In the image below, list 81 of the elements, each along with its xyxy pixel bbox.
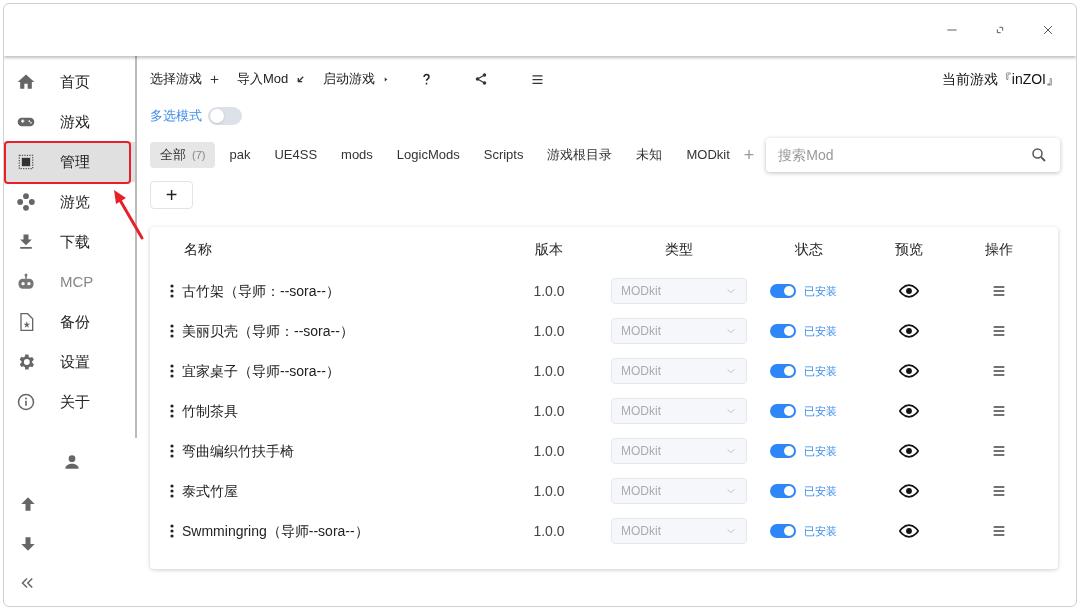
filter-tab[interactable]: Scripts <box>473 142 534 168</box>
share-icon[interactable] <box>474 72 489 86</box>
current-game-label: 当前游戏『inZOI』 <box>941 69 1060 89</box>
status-switch[interactable] <box>770 364 796 378</box>
filter-tab[interactable]: pak <box>219 142 261 168</box>
column-header: 名称 <box>183 240 212 257</box>
filter-tab[interactable]: UE4SS <box>264 142 328 168</box>
status-label: 已安装 <box>804 283 837 299</box>
status-switch[interactable] <box>770 524 796 538</box>
status-label: 已安装 <box>804 363 837 379</box>
mod-name: 美丽贝壳（导师：--sora--） <box>182 321 354 341</box>
multi-select-label: 多选模式 <box>150 107 202 126</box>
home-icon <box>16 72 36 92</box>
version-cell: 1.0.0 <box>533 362 565 379</box>
eye-icon[interactable] <box>899 401 919 421</box>
grid-icon <box>16 152 36 172</box>
sidebar-item[interactable]: 备份 <box>4 302 135 342</box>
drag-handle-icon[interactable] <box>170 323 174 339</box>
version-cell: 1.0.0 <box>533 442 565 459</box>
filter-tab[interactable]: 未知 <box>626 142 673 168</box>
eye-icon[interactable] <box>899 361 919 381</box>
drag-handle-icon[interactable] <box>170 403 174 419</box>
mod-name: 弯曲编织竹扶手椅 <box>182 441 294 461</box>
status-switch[interactable] <box>770 284 796 298</box>
sidebar-item[interactable]: 游戏 <box>4 102 135 142</box>
sidebar-item[interactable]: 设置 <box>4 342 135 382</box>
drag-handle-icon[interactable] <box>170 523 174 539</box>
search-field[interactable]: 搜索Mod <box>766 138 1060 172</box>
mod-name: 宜家桌子（导师--sora--） <box>182 361 340 381</box>
mod-name: Swmmingring（导师--sora--） <box>182 521 369 541</box>
status-switch[interactable] <box>770 484 796 498</box>
mod-name: 古竹架（导师：--sora--） <box>182 281 340 301</box>
mod-name: 泰式竹屋 <box>182 481 238 501</box>
version-cell: 1.0.0 <box>533 482 565 499</box>
version-cell: 1.0.0 <box>533 402 565 419</box>
multi-select-switch[interactable] <box>208 107 242 125</box>
status-label: 已安装 <box>804 523 837 539</box>
sidebar-item[interactable]: 关于 <box>4 382 135 422</box>
status-label: 已安装 <box>804 403 837 419</box>
drag-handle-icon[interactable] <box>170 483 174 499</box>
column-header: 版本 <box>535 240 563 257</box>
drag-handle-icon[interactable] <box>170 283 174 299</box>
drag-handle-icon[interactable] <box>170 443 174 459</box>
status-switch[interactable] <box>770 404 796 418</box>
filter-tab[interactable]: LogicMods <box>386 142 470 168</box>
filter-tab[interactable]: mods <box>331 142 383 168</box>
toolbar-button[interactable]: 导入Mod <box>237 69 308 89</box>
robot-icon <box>16 272 36 292</box>
column-header: 操作 <box>985 240 1013 257</box>
filter-tab[interactable]: 游戏根目录 <box>537 142 623 168</box>
status-label: 已安装 <box>804 323 837 339</box>
eye-icon[interactable] <box>899 521 919 541</box>
eye-icon[interactable] <box>899 441 919 461</box>
eye-icon[interactable] <box>899 481 919 501</box>
search-icon <box>1030 146 1048 164</box>
drag-handle-icon[interactable] <box>170 363 174 379</box>
eye-icon[interactable] <box>899 321 919 341</box>
sidebar-item[interactable]: 下载 <box>4 222 135 262</box>
eye-icon[interactable] <box>899 281 919 301</box>
column-header: 类型 <box>665 240 693 257</box>
info-icon <box>16 392 36 412</box>
version-cell: 1.0.0 <box>533 282 565 299</box>
sidebar-item[interactable]: 首页 <box>4 62 135 102</box>
annotation-arrow <box>111 189 145 241</box>
filter-tab[interactable]: 全部 (7) <box>150 142 216 168</box>
status-label: 已安装 <box>804 443 837 459</box>
add-button[interactable]: + <box>150 181 193 209</box>
dots-icon <box>16 192 36 212</box>
toolbar-button[interactable]: 启动游戏 <box>323 69 392 89</box>
column-header: 状态 <box>795 240 823 257</box>
column-header: 预览 <box>895 240 923 257</box>
mod-name: 竹制茶具 <box>182 401 238 421</box>
status-label: 已安装 <box>804 483 837 499</box>
sidebar-item[interactable]: 游览 <box>4 182 135 222</box>
filter-tab[interactable]: MODkit <box>676 142 740 168</box>
version-cell: 1.0.0 <box>533 322 565 339</box>
status-switch[interactable] <box>770 324 796 338</box>
toolbar-button[interactable]: 选择游戏 <box>150 69 221 89</box>
status-switch[interactable] <box>770 444 796 458</box>
version-cell: 1.0.0 <box>533 522 565 539</box>
sidebar-item[interactable]: 管理 <box>4 142 135 182</box>
